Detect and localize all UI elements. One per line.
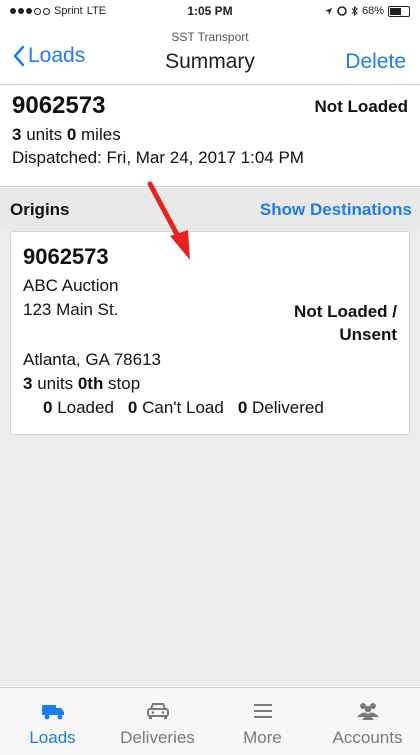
navigation-bar: Loads SST Transport Summary Delete	[0, 22, 420, 84]
miles-count: 0	[66, 125, 77, 144]
show-destinations-button[interactable]: Show Destinations	[260, 200, 412, 220]
loaded-label: Loaded	[52, 398, 114, 417]
origin-status-line1: Not Loaded /	[294, 302, 397, 321]
origins-heading: Origins	[10, 200, 70, 219]
origin-units-stop: 3 units 0th stop	[23, 374, 140, 394]
section-header: Origins Show Destinations	[0, 188, 420, 230]
tab-loads-label: Loads	[29, 728, 76, 747]
battery-level	[390, 7, 401, 15]
units-label: units	[21, 125, 67, 144]
origin-street: 123 Main St.	[23, 300, 119, 319]
delivered-count: 0	[237, 398, 248, 417]
origin-city: Atlanta, GA 78613	[23, 350, 161, 369]
status-bar: Sprint LTE 1:05 PM 68%	[0, 0, 420, 22]
car-icon	[146, 703, 169, 719]
origin-stop-number: 0th	[77, 374, 104, 393]
cant-load-count: 0	[127, 398, 138, 417]
tab-loads-icon-wrap	[0, 700, 105, 724]
app-screen: Sprint LTE 1:05 PM 68% Loads SST Transpo…	[0, 0, 420, 755]
load-summary: 9062573 Not Loaded 3 units 0 miles Dispa…	[0, 85, 420, 185]
cant-load-label: Can't Load	[137, 398, 224, 417]
tab-accounts-label: Accounts	[332, 728, 403, 747]
truck-icon	[41, 705, 64, 720]
nav-subtitle: SST Transport	[171, 30, 249, 44]
bluetooth-icon	[351, 6, 358, 16]
origin-counts: 0 Loaded 0 Can't Load 0 Delivered	[43, 398, 324, 418]
tab-loads[interactable]: Loads	[0, 688, 105, 755]
tab-deliveries[interactable]: Deliveries	[105, 688, 210, 755]
origin-name: ABC Auction	[23, 276, 119, 295]
origin-card[interactable]: 9062573 ABC Auction 123 Main St. Not Loa…	[10, 231, 410, 435]
tab-accounts[interactable]: Accounts	[315, 688, 420, 755]
load-stats: 3 units 0 miles	[12, 125, 121, 145]
dispatched-date: Dispatched: Fri, Mar 24, 2017 1:04 PM	[12, 148, 304, 167]
battery-percent: 68%	[361, 5, 384, 17]
battery-icon	[388, 5, 410, 17]
summary-divider	[0, 186, 420, 187]
tab-bar: Loads Deliveries More Accounts	[0, 688, 420, 755]
tab-accounts-icon-wrap	[315, 700, 420, 724]
origins-section: Origins Show Destinations 9062573 ABC Au…	[0, 188, 420, 686]
alarm-icon	[337, 6, 347, 16]
origin-id: 9062573	[23, 244, 109, 269]
load-status: Not Loaded	[314, 97, 409, 116]
origin-status-line2: Unsent	[339, 325, 397, 344]
miles-label: miles	[76, 125, 121, 144]
annotation-arrow-icon	[147, 181, 190, 260]
menu-icon	[253, 704, 272, 718]
tab-more-icon-wrap	[210, 700, 315, 724]
delivered-label: Delivered	[247, 398, 324, 417]
delete-button[interactable]: Delete	[345, 50, 406, 74]
tab-more[interactable]: More	[210, 688, 315, 755]
tab-more-label: More	[243, 728, 282, 747]
tab-deliveries-label: Deliveries	[120, 728, 195, 747]
origin-stop-label: stop	[103, 374, 141, 393]
origin-units-label: units	[32, 374, 78, 393]
load-id: 9062573	[12, 92, 106, 119]
status-indicators: 68%	[324, 5, 410, 17]
location-icon	[324, 7, 333, 15]
origin-status: Not Loaded / Unsent	[294, 300, 397, 346]
people-icon	[356, 703, 379, 720]
tab-deliveries-icon-wrap	[105, 700, 210, 724]
